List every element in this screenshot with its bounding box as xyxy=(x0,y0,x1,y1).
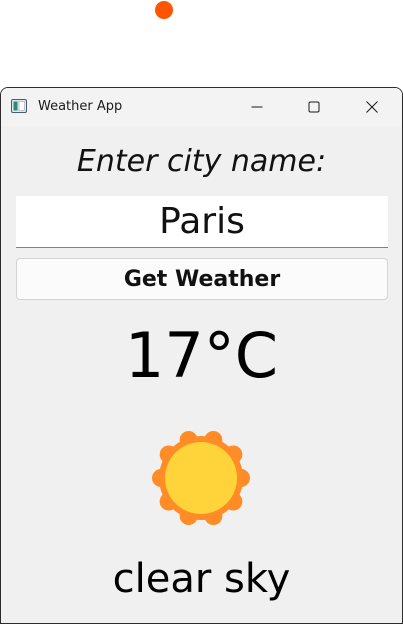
weather-description: clear sky xyxy=(112,556,291,602)
city-input[interactable] xyxy=(16,196,388,248)
maximize-button[interactable] xyxy=(291,88,337,126)
close-icon xyxy=(366,101,378,113)
minimize-button[interactable] xyxy=(234,88,280,126)
temperature-readout: 17°C xyxy=(124,319,279,392)
get-weather-button[interactable]: Get Weather xyxy=(16,258,388,300)
sun-icon xyxy=(152,430,250,526)
title-bar[interactable]: Weather App xyxy=(1,88,402,126)
weather-app-window: Weather App Enter city name: Get Weath xyxy=(0,87,403,624)
sun-disc xyxy=(165,442,237,514)
close-button[interactable] xyxy=(349,88,395,126)
minimize-icon xyxy=(251,106,263,108)
maximize-icon xyxy=(308,101,320,113)
cursor-dot xyxy=(155,1,173,19)
city-prompt-label: Enter city name: xyxy=(76,144,327,179)
screen: Weather App Enter city name: Get Weath xyxy=(0,0,403,624)
app-window-icon xyxy=(11,99,27,113)
window-title: Weather App xyxy=(38,99,123,114)
